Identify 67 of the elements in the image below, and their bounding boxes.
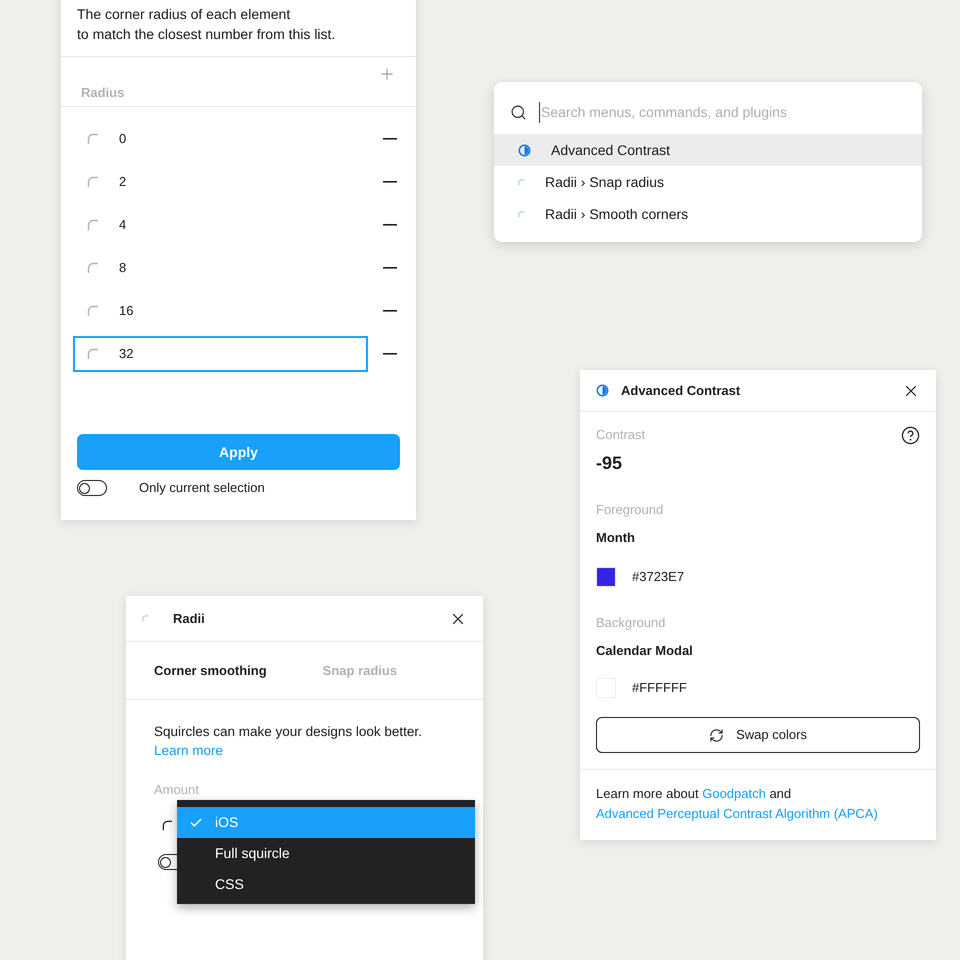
field-label: Contrast: [596, 426, 646, 444]
corner-icon: [87, 262, 99, 274]
field-label: Amount: [154, 781, 199, 799]
radius-value: 8: [119, 258, 126, 277]
minus-icon: [383, 352, 397, 354]
corner-icon: [518, 210, 525, 218]
panel-title: Radii: [173, 610, 205, 628]
radius-field[interactable]: 2: [73, 164, 368, 200]
hex-value: #3723E7: [632, 568, 684, 586]
hex-value: #FFFFFF: [632, 679, 687, 698]
minus-icon: [383, 266, 397, 268]
section-label: Radius: [81, 84, 126, 102]
radius-value: 0: [119, 130, 126, 148]
search-bar[interactable]: Search menus, commands, and plugins: [494, 90, 922, 134]
layer-name: Calendar Modal: [596, 642, 694, 660]
radius-value: 4: [119, 216, 126, 234]
minus-icon: [383, 180, 397, 182]
radius-field[interactable]: 0: [73, 120, 368, 156]
radius-field[interactable]: 32: [73, 336, 368, 372]
swap-icon: [709, 728, 724, 742]
minus-icon: [383, 310, 397, 312]
field-label: Foreground: [596, 501, 664, 519]
swap-colors-button[interactable]: Swap colors: [596, 717, 920, 753]
corner-icon: [162, 820, 173, 830]
contrast-icon: [518, 144, 531, 156]
radius-field[interactable]: 8: [73, 250, 368, 286]
help-icon[interactable]: [901, 426, 920, 444]
toggle-label: Only current selection: [139, 479, 265, 498]
contrast-value: -95: [596, 452, 624, 475]
radius-value: 2: [119, 172, 126, 191]
minus-icon: [383, 138, 397, 140]
corner-icon: [142, 615, 149, 622]
contrast-icon: [596, 384, 609, 397]
tab[interactable]: Corner smoothing: [154, 660, 267, 680]
corner-icon: [518, 178, 525, 186]
panel-title: Advanced Contrast: [621, 382, 740, 400]
footer-text: Learn more about Goodpatch and Advanced Perceptual Contrast Algorithm (APCA): [580, 769, 936, 824]
corner-icon: [87, 348, 99, 360]
result-label: Radii › Snap radius: [545, 172, 664, 192]
menu-label: Full squircle: [215, 844, 290, 863]
result-item[interactable]: Radii › Snap radius: [494, 166, 922, 198]
result-item[interactable]: Advanced Contrast: [494, 134, 922, 166]
description-text: The corner radius of each element to match the closest number from this list.: [77, 5, 336, 44]
result-item[interactable]: Radii › Smooth corners: [494, 198, 922, 230]
field-label: Background: [596, 614, 666, 632]
layer-name: Month: [596, 529, 636, 547]
check-icon: [189, 816, 203, 830]
menu-label: iOS: [215, 813, 238, 832]
corner-icon: [87, 304, 99, 316]
result-label: Radii › Smooth corners: [545, 204, 688, 224]
description-text: Squircles can make your designs look better. Learn more: [153, 723, 423, 760]
corner-icon: [87, 132, 99, 144]
radius-field[interactable]: 16: [73, 292, 368, 328]
corner-icon: [87, 218, 99, 230]
radius-field[interactable]: 4: [73, 206, 368, 242]
menu-item[interactable]: CSS: [177, 869, 475, 900]
radius-value: 16: [119, 302, 134, 320]
search-field[interactable]: Search menus, commands, and plugins: [539, 102, 906, 122]
menu-label: CSS: [215, 875, 244, 894]
menu-item[interactable]: Full squircle: [177, 838, 475, 869]
minus-icon: [383, 224, 397, 226]
search-icon: [510, 104, 527, 120]
corner-icon: [87, 176, 99, 188]
toggle-switch[interactable]: [77, 480, 107, 496]
color-swatch[interactable]: [596, 567, 616, 587]
result-label: Advanced Contrast: [551, 140, 670, 160]
radius-value: 32: [119, 344, 134, 363]
